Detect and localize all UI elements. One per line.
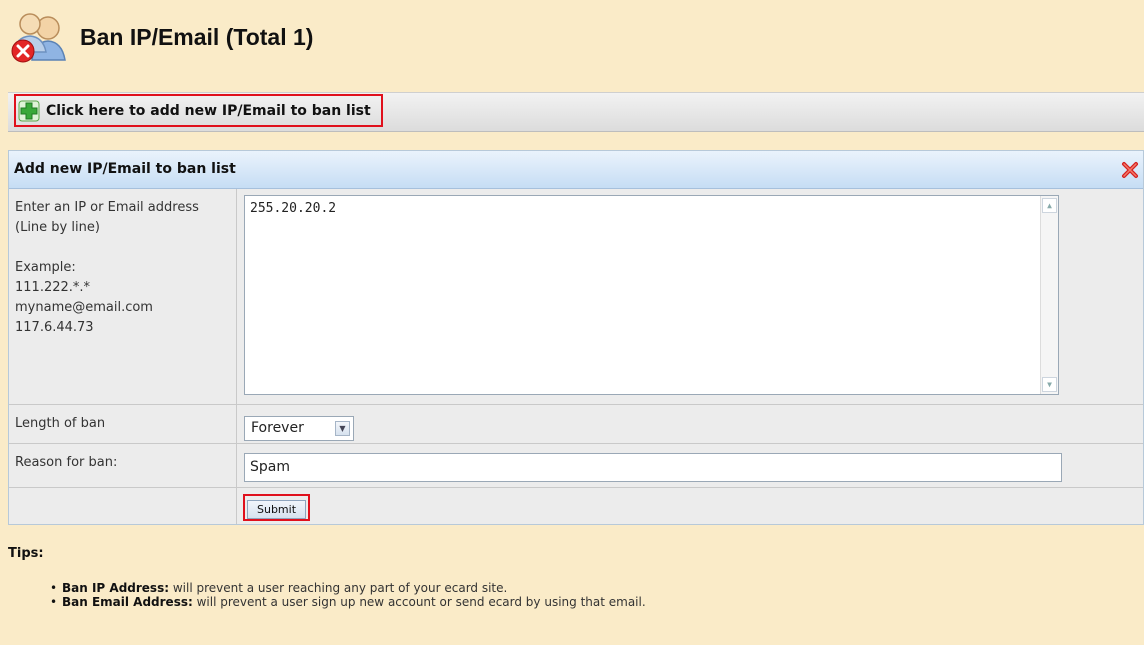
page-header: Ban IP/Email (Total 1): [8, 10, 1108, 66]
tips-title: Tips:: [8, 546, 44, 561]
tip-term: Ban Email Address:: [62, 595, 193, 609]
add-new-ban-link[interactable]: Click here to add new IP/Email to ban li…: [14, 94, 383, 127]
add-toolbar: Click here to add new IP/Email to ban li…: [8, 92, 1144, 132]
length-row: Length of ban Forever ▼: [9, 405, 1143, 444]
page-title: Ban IP/Email (Total 1): [80, 24, 314, 50]
reason-input-value: Spam: [250, 459, 290, 475]
reason-label: Reason for ban:: [9, 444, 237, 487]
chevron-down-icon[interactable]: ▼: [335, 421, 350, 436]
tip-item: Ban IP Address: will prevent a user reac…: [50, 581, 646, 595]
submit-row: Submit: [9, 488, 1143, 524]
address-label: Enter an IP or Email address: [15, 200, 199, 215]
address-label-cell: Enter an IP or Email address (Line by li…: [9, 189, 237, 404]
example-item: 111.222.*.*: [15, 280, 91, 295]
tip-term: Ban IP Address:: [62, 581, 170, 595]
submit-button[interactable]: Submit: [247, 500, 306, 519]
reason-row: Reason for ban: Spam: [9, 444, 1143, 488]
submit-value-cell: Submit: [238, 488, 1143, 524]
reason-value-cell: Spam: [238, 444, 1143, 487]
example-item: 117.6.44.73: [15, 320, 94, 335]
address-sublabel: (Line by line): [15, 220, 100, 235]
address-row: Enter an IP or Email address (Line by li…: [9, 189, 1143, 405]
tip-text: will prevent a user sign up new account …: [192, 595, 646, 609]
length-value-cell: Forever ▼: [238, 405, 1143, 443]
address-value-cell: 255.20.20.2 ▲ ▼: [238, 189, 1143, 404]
textarea-scrollbar[interactable]: ▲ ▼: [1040, 196, 1058, 394]
add-ban-panel: Add new IP/Email to ban list Enter an IP…: [8, 150, 1144, 525]
close-icon[interactable]: [1120, 160, 1140, 180]
length-selected: Forever: [251, 420, 304, 436]
address-textarea-value: 255.20.20.2: [250, 201, 337, 216]
tips-list: Ban IP Address: will prevent a user reac…: [50, 581, 646, 609]
reason-input[interactable]: Spam: [244, 453, 1062, 482]
green-plus-icon: [18, 100, 40, 121]
scroll-down-icon[interactable]: ▼: [1042, 377, 1057, 392]
panel-header: Add new IP/Email to ban list: [9, 151, 1143, 189]
tip-text: will prevent a user reaching any part of…: [169, 581, 508, 595]
address-textarea[interactable]: 255.20.20.2 ▲ ▼: [244, 195, 1059, 395]
example-item: myname@email.com: [15, 300, 153, 315]
example-label: Example:: [15, 260, 76, 275]
panel-title: Add new IP/Email to ban list: [14, 161, 236, 177]
add-new-ban-label: Click here to add new IP/Email to ban li…: [46, 102, 371, 119]
submit-label-cell: [9, 488, 237, 524]
users-ban-icon: [11, 13, 66, 63]
tip-item: Ban Email Address: will prevent a user s…: [50, 595, 646, 609]
length-select[interactable]: Forever ▼: [244, 416, 354, 441]
scroll-up-icon[interactable]: ▲: [1042, 198, 1057, 213]
length-label: Length of ban: [9, 405, 237, 443]
submit-highlight: Submit: [243, 494, 310, 521]
